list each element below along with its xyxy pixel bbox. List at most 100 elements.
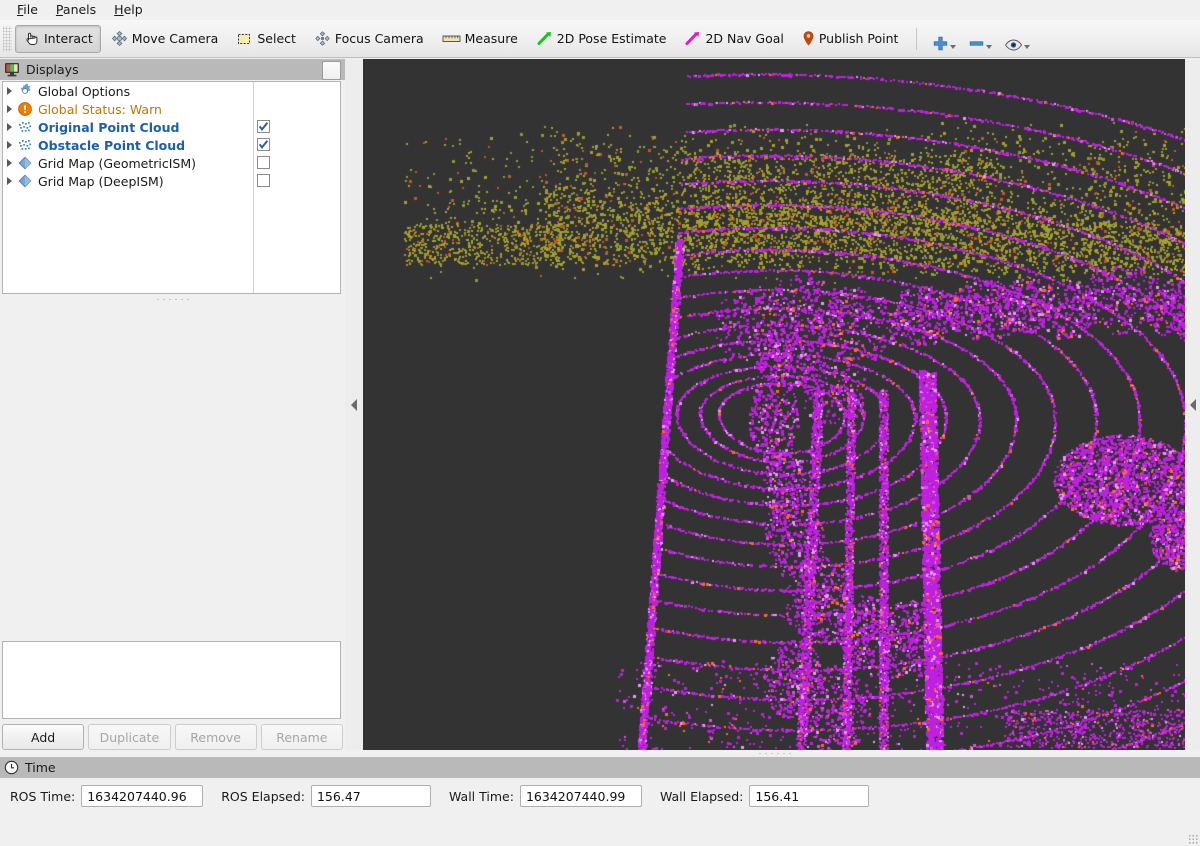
tool-2d-pose-estimate-label: 2D Pose Estimate — [556, 31, 667, 46]
expand-arrow-icon[interactable] — [7, 87, 12, 95]
displays-splitter-handle[interactable] — [2, 295, 341, 303]
displays-panel-header: Displays — [0, 59, 345, 80]
tree-item-label: Obstacle Point Cloud — [38, 137, 186, 153]
window-resize-grip[interactable] — [1188, 834, 1198, 844]
time-panel-header: Time — [0, 757, 1200, 778]
expand-arrow-icon[interactable] — [7, 105, 12, 113]
displays-button-row: Add Duplicate Remove Rename — [2, 724, 343, 750]
splitter-dots-icon — [757, 752, 791, 755]
duplicate-button-label: Duplicate — [99, 729, 160, 745]
add-button[interactable]: Add — [2, 724, 85, 750]
tool-measure-label: Measure — [464, 31, 518, 46]
tree-item-grid-map-deepism[interactable]: Grid Map (DeepISM) — [3, 172, 340, 190]
tree-item-checkbox[interactable] — [257, 138, 270, 151]
ros-time-value: 1634207440.96 — [87, 788, 187, 804]
expand-arrow-icon[interactable] — [7, 177, 12, 185]
toolbar-separator — [916, 27, 918, 50]
remove-tool-button[interactable] — [962, 25, 998, 53]
remove-button[interactable]: Remove — [174, 724, 257, 750]
rename-button[interactable]: Rename — [260, 724, 343, 750]
select-rectangle-icon — [236, 32, 253, 46]
tool-2d-nav-goal-button[interactable]: 2D Nav Goal — [676, 25, 791, 53]
duplicate-button[interactable]: Duplicate — [88, 724, 171, 750]
collapse-left-arrow-icon[interactable] — [351, 398, 357, 411]
tree-item-obstacle-point-cloud[interactable]: Obstacle Point Cloud — [3, 136, 340, 154]
menu-item-panels[interactable]: Panels — [47, 1, 105, 19]
displays-dock: Displays Global Options Global Status: W… — [0, 59, 345, 756]
ruler-icon — [442, 33, 461, 44]
tool-move-camera-label: Move Camera — [131, 31, 219, 46]
grid-map-icon — [17, 155, 33, 171]
tool-2d-nav-goal-label: 2D Nav Goal — [705, 31, 784, 46]
displays-panel-title: Displays — [26, 62, 79, 77]
expand-arrow-icon[interactable] — [7, 123, 12, 131]
wall-elapsed-value: 156.41 — [755, 788, 800, 804]
add-button-label: Add — [31, 729, 56, 745]
gear-icon — [17, 83, 33, 99]
tool-2d-pose-estimate-button[interactable]: 2D Pose Estimate — [528, 25, 675, 53]
viewport-bottom-splitter[interactable] — [363, 750, 1185, 757]
move-camera-icon — [111, 30, 128, 47]
tree-item-label: Global Options — [38, 83, 131, 99]
expand-arrow-icon[interactable] — [7, 141, 12, 149]
menu-bar: File Panels Help — [0, 0, 1200, 20]
float-panel-icon[interactable] — [322, 61, 341, 80]
tool-focus-camera-label: Focus Camera — [334, 31, 424, 46]
main-toolbar: Interact Move Camera Select Focus Camera… — [0, 20, 1200, 58]
tool-interact-label: Interact — [44, 31, 93, 46]
pointcloud-icon — [17, 137, 33, 153]
displays-tree[interactable]: Global Options Global Status: Warn Origi… — [2, 81, 341, 294]
tree-item-grid-map-geometricism[interactable]: Grid Map (GeometricISM) — [3, 154, 340, 172]
tree-item-label: Grid Map (DeepISM) — [38, 173, 164, 189]
tree-item-global-options[interactable]: Global Options — [3, 82, 340, 100]
wall-time-field[interactable]: 1634207440.99 — [519, 785, 642, 807]
tree-item-checkbox[interactable] — [257, 156, 270, 169]
plus-icon — [932, 35, 949, 52]
tree-item-checkbox[interactable] — [257, 120, 270, 133]
time-panel-title: Time — [25, 760, 56, 775]
menu-item-help[interactable]: Help — [105, 1, 152, 19]
left-dock-splitter[interactable] — [345, 59, 363, 750]
tree-item-original-point-cloud[interactable]: Original Point Cloud — [3, 118, 340, 136]
tool-measure-button[interactable]: Measure — [434, 25, 526, 53]
ros-elapsed-value: 156.47 — [316, 788, 361, 804]
menu-item-file[interactable]: File — [8, 1, 47, 19]
tree-item-global-status[interactable]: Global Status: Warn — [3, 100, 340, 118]
minus-icon — [968, 35, 985, 52]
time-panel: Time ROS Time: 1634207440.96 ROS Elapsed… — [0, 757, 1200, 846]
tree-item-label: Original Point Cloud — [38, 119, 180, 135]
collapse-right-arrow-icon[interactable] — [1189, 398, 1196, 411]
ros-time-label: ROS Time: — [10, 788, 76, 804]
tool-move-camera-button[interactable]: Move Camera — [103, 25, 227, 53]
ros-elapsed-label: ROS Elapsed: — [221, 788, 305, 804]
tool-publish-point-button[interactable]: Publish Point — [794, 25, 907, 53]
rename-button-label: Rename — [276, 729, 328, 745]
wall-elapsed-field[interactable]: 156.41 — [749, 785, 870, 807]
clock-icon — [4, 760, 19, 775]
eye-icon — [1004, 38, 1023, 52]
add-tool-button[interactable] — [926, 25, 962, 53]
splitter-dots-icon — [154, 297, 189, 301]
right-dock-splitter[interactable] — [1185, 59, 1200, 750]
ros-elapsed-field[interactable]: 156.47 — [310, 785, 431, 807]
warning-icon — [17, 101, 33, 117]
3d-render-viewport[interactable] — [363, 59, 1185, 750]
toolbar-drag-handle[interactable] — [3, 25, 12, 52]
green-arrow-icon — [536, 31, 553, 46]
tree-item-checkbox[interactable] — [257, 174, 270, 187]
ros-time-field[interactable]: 1634207440.96 — [81, 785, 204, 807]
expand-arrow-icon[interactable] — [7, 159, 12, 167]
monitor-icon — [4, 62, 20, 77]
chevron-down-icon — [950, 44, 957, 49]
hand-cursor-icon — [23, 30, 40, 47]
tool-select-button[interactable]: Select — [228, 25, 304, 53]
point-cloud-canvas[interactable] — [363, 59, 1185, 750]
chevron-down-icon — [1024, 44, 1031, 49]
display-properties-box[interactable] — [2, 641, 341, 719]
focus-camera-icon — [314, 30, 331, 47]
tool-visibility-button[interactable] — [998, 25, 1036, 53]
magenta-arrow-icon — [684, 31, 701, 46]
tool-interact-button[interactable]: Interact — [15, 24, 101, 53]
tool-focus-camera-button[interactable]: Focus Camera — [306, 25, 432, 53]
tool-publish-point-label: Publish Point — [818, 31, 899, 46]
